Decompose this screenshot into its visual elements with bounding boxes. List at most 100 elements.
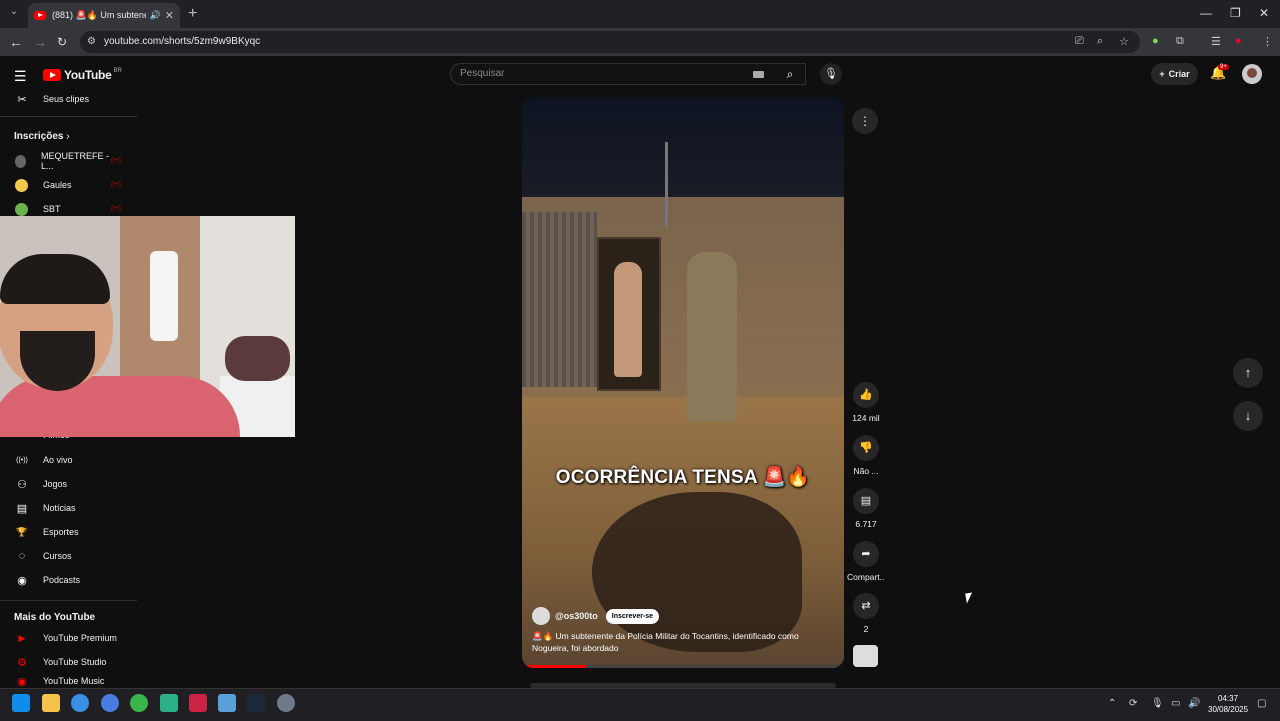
extensions-puzzle-icon[interactable]: ⧉ xyxy=(1176,35,1184,48)
sidebar-item-sports[interactable]: 🏆 Esportes xyxy=(0,520,137,544)
steam-icon[interactable] xyxy=(247,694,265,712)
share-action[interactable]: ➦ Compart... xyxy=(847,541,885,582)
like-icon[interactable]: 👍 xyxy=(853,382,879,408)
file-explorer-icon[interactable] xyxy=(42,694,60,712)
previous-short-arrow-up-icon[interactable]: ↑ xyxy=(1233,358,1263,388)
app-icon[interactable] xyxy=(101,694,119,712)
channel-avatar xyxy=(15,178,28,192)
video-description[interactable]: 🚨🔥 Um subtenente da Polícia Militar do T… xyxy=(532,630,822,654)
forward-icon[interactable]: → xyxy=(33,34,47,50)
like-action[interactable]: 👍 124 mil xyxy=(849,382,883,423)
tray-chevron-icon[interactable]: ⌃ xyxy=(1108,698,1116,709)
url-text[interactable]: youtube.com/shorts/5zm9w9BKyqc xyxy=(104,36,260,47)
sidebar-item-music[interactable]: ◉ YouTube Music xyxy=(0,674,137,688)
youtube-play-icon xyxy=(43,69,61,81)
app-icon[interactable] xyxy=(218,694,236,712)
cast-icon[interactable]: ⎚ xyxy=(1075,35,1084,48)
settings-icon[interactable] xyxy=(277,694,295,712)
minimize-icon[interactable]: — xyxy=(1200,6,1212,20)
channel-avatar xyxy=(15,154,26,168)
windows-start-icon[interactable] xyxy=(12,694,30,712)
sidebar-item-courses[interactable]: ◌ Cursos xyxy=(0,544,137,568)
sync-icon[interactable]: ⟳ xyxy=(1129,698,1137,709)
network-icon[interactable]: ▭ xyxy=(1171,698,1180,709)
dislike-icon[interactable]: 👎 xyxy=(853,435,879,461)
tab-search-icon[interactable]: ⌄ xyxy=(6,6,22,22)
app-icon[interactable] xyxy=(189,694,207,712)
maximize-icon[interactable]: ❐ xyxy=(1230,6,1241,20)
share-icon[interactable]: ➦ xyxy=(853,541,879,567)
speaker-icon[interactable]: 🔊 xyxy=(150,10,161,21)
search-icon[interactable]: ⌕ xyxy=(775,63,805,85)
youtube-premium-icon: ▶ xyxy=(18,632,26,643)
dislike-action[interactable]: 👎 Não ... xyxy=(849,435,883,476)
avatar[interactable] xyxy=(1242,64,1262,84)
close-tab-icon[interactable]: ✕ xyxy=(165,9,174,22)
hamburger-menu-icon[interactable]: ☰ xyxy=(14,68,27,85)
channel-avatar[interactable] xyxy=(532,607,550,625)
youtube-favicon-icon xyxy=(34,11,46,20)
create-button[interactable]: + Criar xyxy=(1151,63,1198,85)
app-icon[interactable] xyxy=(160,694,178,712)
notification-center-icon[interactable]: ▢ xyxy=(1257,698,1266,709)
chrome-menu-icon[interactable]: ⋮ xyxy=(1262,35,1273,48)
volume-icon[interactable]: 🔊 xyxy=(1188,698,1200,709)
sidebar-item-channel[interactable]: Gaules ((•)) xyxy=(0,173,137,197)
channel-handle[interactable]: @os300to xyxy=(555,611,598,621)
progress-bar[interactable] xyxy=(522,665,844,668)
subscribe-button[interactable]: Inscrever-se xyxy=(605,608,660,624)
zoom-icon[interactable]: ⌕ xyxy=(1097,35,1103,48)
browser-tab[interactable]: (881) 🚨🔥 Um subtenente 🔊 ✕ xyxy=(28,3,180,28)
gamepad-icon: ⚇ xyxy=(17,478,27,491)
live-indicator-icon: ((•)) xyxy=(110,158,121,164)
scissors-icon: ✂ xyxy=(17,93,27,106)
sidebar-item-live[interactable]: ((•)) Ao vivo xyxy=(0,448,137,472)
mic-tray-icon[interactable]: 🎙 xyxy=(1151,698,1164,709)
sound-thumbnail[interactable] xyxy=(853,645,878,667)
subscriptions-heading[interactable]: Inscrições › xyxy=(14,131,70,142)
sidebar-item-clips[interactable]: ✂ Seus clipes xyxy=(0,87,137,111)
back-icon[interactable]: ← xyxy=(9,34,23,50)
bookmark-star-icon[interactable]: ☆ xyxy=(1119,35,1129,48)
sidebar-item-studio[interactable]: ⚙ YouTube Studio xyxy=(0,650,137,674)
comment-icon[interactable]: ▤ xyxy=(853,488,879,514)
sidebar-item-games[interactable]: ⚇ Jogos xyxy=(0,472,137,496)
remix-action[interactable]: ⇄ 2 xyxy=(849,593,883,634)
new-tab-icon[interactable]: + xyxy=(188,5,197,23)
more-options-icon[interactable]: ⋮ xyxy=(852,108,878,134)
sidebar-divider xyxy=(0,116,137,117)
sidebar-item-news[interactable]: ▤ Notícias xyxy=(0,496,137,520)
channel-avatar xyxy=(15,202,28,216)
live-indicator-icon: ((•)) xyxy=(110,182,121,188)
shorts-video-player[interactable]: OCORRÊNCIA TENSA 🚨🔥 @os300to Inscrever-s… xyxy=(522,97,844,668)
trophy-icon: 🏆 xyxy=(16,526,28,537)
reload-icon[interactable]: ↻ xyxy=(57,35,67,49)
keyboard-icon[interactable] xyxy=(753,71,764,78)
sidebar-item-podcasts[interactable]: ◉ Podcasts xyxy=(0,568,137,592)
youtube-studio-icon: ⚙ xyxy=(17,656,27,669)
next-short-arrow-down-icon[interactable]: ↓ xyxy=(1233,401,1263,431)
extension-green-icon[interactable]: ● xyxy=(1152,35,1159,47)
search-placeholder: Pesquisar xyxy=(460,68,505,79)
sidebar-item-channel[interactable]: MEQUETREFE - L... ((•)) xyxy=(0,149,137,173)
youtube-logo[interactable]: YouTube BR xyxy=(43,68,122,82)
video-caption: OCORRÊNCIA TENSA 🚨🔥 xyxy=(555,467,811,488)
site-info-icon[interactable]: ⚙ xyxy=(87,36,96,47)
close-window-icon[interactable]: ✕ xyxy=(1259,6,1269,20)
chrome-icon[interactable] xyxy=(71,694,89,712)
sidebar-item-premium[interactable]: ▶ YouTube Premium xyxy=(0,626,137,650)
bulb-icon: ◌ xyxy=(18,550,26,562)
channel-row: @os300to Inscrever-se xyxy=(532,607,660,625)
reading-list-icon[interactable]: ☰ xyxy=(1211,35,1221,48)
clock[interactable]: 04:37 30/08/2025 xyxy=(1208,693,1248,715)
live-indicator-icon: ((•)) xyxy=(110,206,121,212)
mic-icon[interactable]: 🎙 xyxy=(820,63,842,85)
remix-icon[interactable]: ⇄ xyxy=(853,593,879,619)
comments-action[interactable]: ▤ 6.717 xyxy=(849,488,883,529)
youtube-music-icon: ◉ xyxy=(17,675,27,688)
sidebar-divider xyxy=(0,600,137,601)
podcast-icon: ◉ xyxy=(17,574,27,587)
profile-icon[interactable]: ● xyxy=(1235,35,1242,47)
chrome-profile-icon[interactable] xyxy=(130,694,148,712)
webcam-overlay xyxy=(0,216,295,437)
